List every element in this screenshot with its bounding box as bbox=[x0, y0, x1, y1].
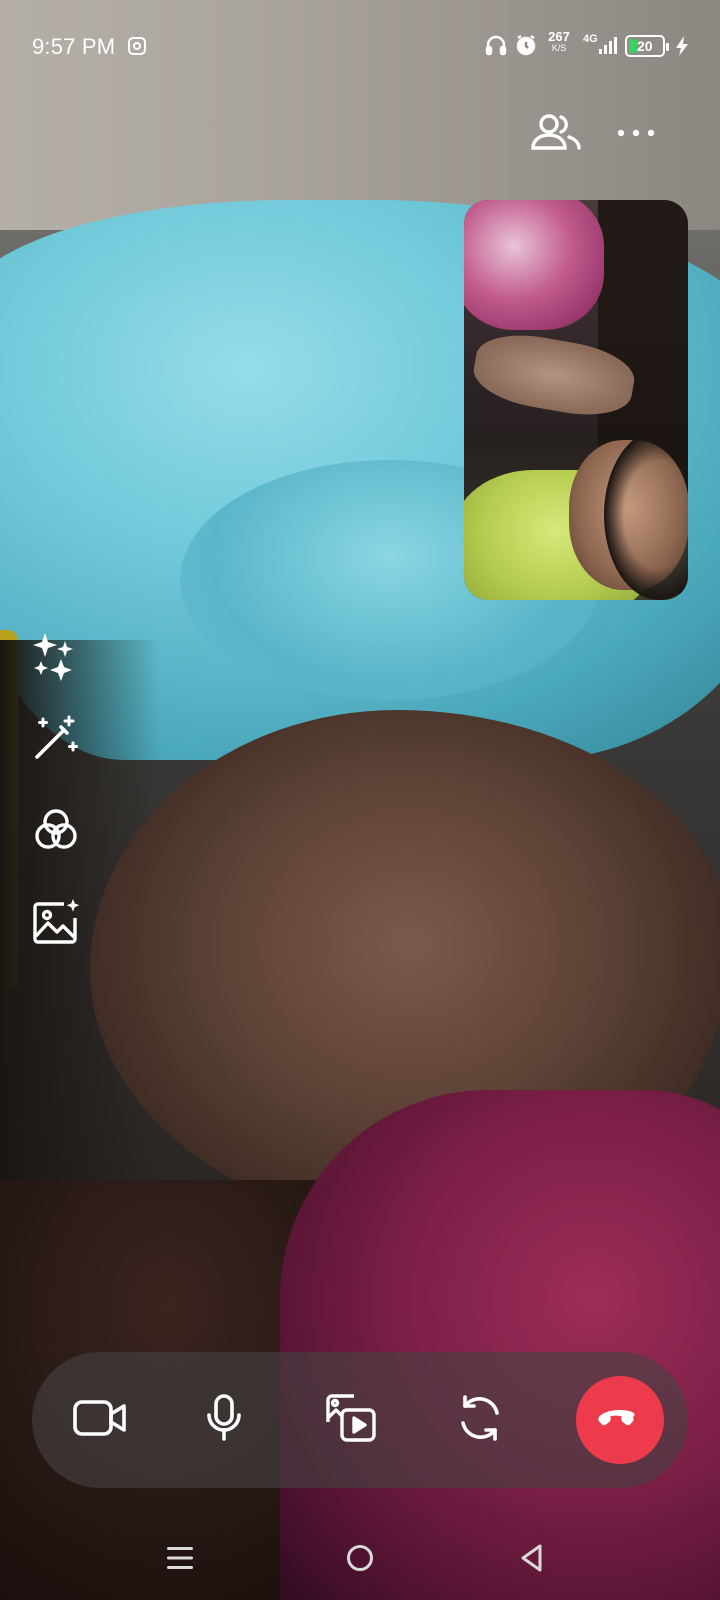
participants-button[interactable] bbox=[526, 108, 586, 160]
network-speed-unit: K/S bbox=[551, 43, 567, 53]
touch-up-button[interactable] bbox=[28, 712, 84, 768]
end-call-icon bbox=[596, 1406, 644, 1435]
more-options-button[interactable] bbox=[606, 108, 666, 160]
background-image-icon bbox=[30, 896, 82, 953]
battery-icon: 20 bbox=[625, 35, 669, 57]
more-horizontal-icon bbox=[616, 125, 656, 143]
status-icons: 267 K/S 4G 20 bbox=[480, 30, 720, 62]
network-speed: 267 K/S bbox=[544, 30, 574, 53]
sparkles-icon bbox=[31, 631, 81, 686]
background-button[interactable] bbox=[28, 896, 84, 952]
flip-camera-icon bbox=[453, 1391, 507, 1450]
network-speed-value: 267 bbox=[548, 29, 570, 44]
share-media-icon bbox=[324, 1390, 380, 1451]
network-type: 4G bbox=[583, 33, 598, 45]
status-time: 9:57 PM bbox=[32, 34, 116, 59]
instagram-icon bbox=[128, 37, 146, 55]
microphone-icon bbox=[204, 1393, 244, 1448]
battery-level: 20 bbox=[637, 38, 653, 54]
people-icon bbox=[529, 110, 583, 159]
signal-icon bbox=[598, 34, 620, 61]
recent-apps-button[interactable] bbox=[158, 1538, 202, 1582]
filters-button[interactable] bbox=[28, 804, 84, 860]
back-button[interactable] bbox=[510, 1538, 554, 1582]
share-media-button[interactable] bbox=[312, 1380, 392, 1460]
battery-fill bbox=[629, 39, 637, 53]
system-nav-bar bbox=[0, 1520, 720, 1600]
self-view-preview[interactable] bbox=[464, 200, 688, 600]
home-button[interactable] bbox=[338, 1538, 382, 1582]
filters-icon bbox=[31, 805, 81, 860]
magic-wand-icon bbox=[31, 713, 81, 768]
menu-icon bbox=[166, 1545, 194, 1576]
alarm-icon bbox=[514, 33, 538, 62]
home-icon bbox=[345, 1543, 375, 1578]
charging-icon bbox=[674, 35, 690, 62]
video-camera-icon bbox=[72, 1396, 128, 1445]
self-view-pillow bbox=[464, 200, 604, 330]
headphones-icon bbox=[484, 33, 508, 62]
video-toggle-button[interactable] bbox=[60, 1380, 140, 1460]
status-bar: 9:57 PM 267 K/S 4G 20 bbox=[0, 0, 720, 94]
microphone-button[interactable] bbox=[184, 1380, 264, 1460]
call-controls bbox=[32, 1352, 688, 1488]
sparkles-button[interactable] bbox=[28, 630, 84, 686]
flip-camera-button[interactable] bbox=[440, 1380, 520, 1460]
end-call-button[interactable] bbox=[576, 1376, 664, 1464]
back-icon bbox=[518, 1543, 546, 1578]
